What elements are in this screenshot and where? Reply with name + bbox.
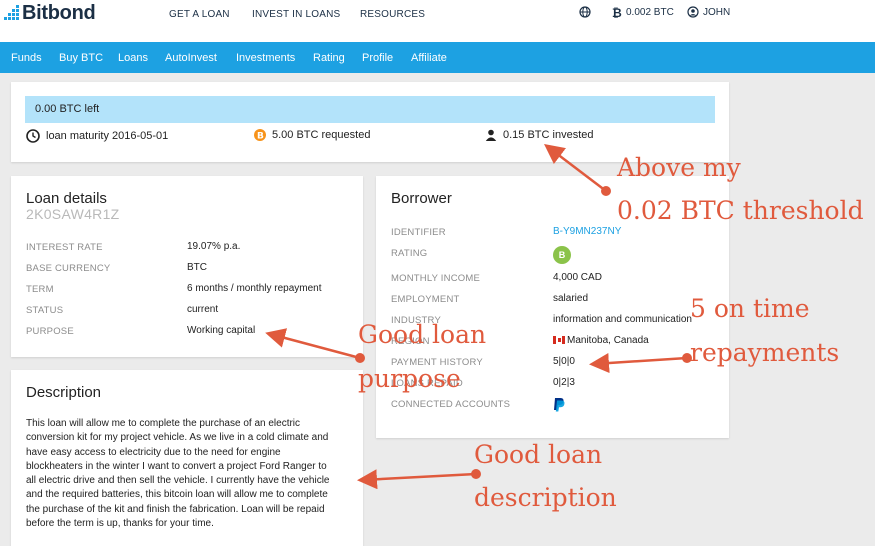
annotation-threshold-line2: 0.02 BTC threshold [617,196,864,225]
borrower-title: Borrower [391,190,452,207]
annotation-description-line1: Good loan [474,440,603,469]
purpose-label: PURPOSE [26,326,74,337]
user-menu[interactable]: JOHN [687,6,730,18]
nav-funds[interactable]: Funds [11,52,42,64]
globe-icon [579,6,591,18]
nav-buy-btc[interactable]: Buy BTC [59,52,103,64]
status-label: STATUS [26,305,64,316]
loans-repaid-value: 0|2|3 [553,377,575,388]
nav-invest-in-loans[interactable]: INVEST IN LOANS [252,9,340,20]
funding-progress-bar: 0.00 BTC left [25,96,715,123]
purpose-value: Working capital [187,325,256,336]
employment-label: EMPLOYMENT [391,294,460,305]
person-icon [485,129,497,141]
bitcoin-icon: ₿ [612,6,622,18]
monthly-income-value: 4,000 CAD [553,272,602,283]
loan-details-title: Loan details [26,190,107,207]
interest-rate-value: 19.07% p.a. [187,241,241,252]
employment-value: salaried [553,293,589,304]
status-value: current [187,304,219,315]
balance-value: 0.002 BTC [626,6,674,18]
annotation-description-line2: description [474,483,617,512]
interest-rate-label: INTEREST RATE [26,242,103,253]
annotation-repayments-line2: repayments [690,338,840,367]
nav-resources[interactable]: RESOURCES [360,9,425,20]
annotation-threshold-line1: Above my [617,153,741,182]
annotation-purpose-line1: Good loan [358,320,487,349]
industry-value: information and communication [553,314,692,325]
nav-get-a-loan[interactable]: GET A LOAN [169,9,230,20]
btc-requested: B 5.00 BTC requested [254,129,370,141]
nav-rating[interactable]: Rating [313,52,345,64]
bitbond-logo[interactable]: Bitbond [4,1,96,24]
connected-accounts-label: CONNECTED ACCOUNTS [391,399,511,410]
funding-card: 0.00 BTC left loan maturity 2016-05-01 B… [11,82,729,162]
brand-name: Bitbond [22,1,96,24]
description-text: This loan will allow me to complete the … [26,418,330,530]
annotation-repayments-line1: 5 on time [690,294,810,323]
description-arrow [357,469,477,490]
user-name: JOHN [703,6,731,18]
svg-text:₿: ₿ [612,6,622,18]
description-card: Description This loan will allow me to c… [11,370,363,546]
rating-label: RATING [391,248,428,259]
nav-autoinvest[interactable]: AutoInvest [165,52,217,64]
top-header: Bitbond GET A LOAN INVEST IN LOANS RESOU… [0,0,875,42]
identifier-label: IDENTIFIER [391,227,446,238]
bitcoin-coin-icon: B [254,129,266,141]
nav-affiliate[interactable]: Affiliate [411,52,447,64]
logo-mark-icon [4,5,20,21]
canada-flag-icon [553,336,565,344]
base-currency-value: BTC [187,262,207,273]
region-value: Manitoba, Canada [553,335,649,346]
user-icon [687,6,699,18]
borrower-identifier-link[interactable]: B-Y9MN237NY [553,226,621,237]
base-currency-label: BASE CURRENCY [26,263,111,274]
monthly-income-label: MONTHLY INCOME [391,273,481,284]
balance-indicator[interactable]: ₿ 0.002 BTC [612,6,674,18]
language-selector[interactable] [579,6,595,18]
paypal-icon[interactable] [553,397,565,412]
payment-history-value: 5|0|0 [553,356,575,367]
main-nav: Funds Buy BTC Loans AutoInvest Investmen… [0,42,875,73]
description-title: Description [26,384,102,401]
annotation-purpose-line2: purpose [358,364,461,393]
nav-investments[interactable]: Investments [236,52,295,64]
loan-details-card: Loan details 2K0SAW4R1Z INTEREST RATE 19… [11,176,363,357]
clock-icon [26,129,40,143]
nav-loans[interactable]: Loans [118,52,148,64]
nav-profile[interactable]: Profile [362,52,393,64]
loan-id: 2K0SAW4R1Z [26,206,120,222]
rating-badge: B [553,246,571,264]
svg-text:B: B [257,132,264,142]
term-label: TERM [26,284,54,295]
loan-maturity: loan maturity 2016-05-01 [26,129,168,143]
btc-invested: 0.15 BTC invested [485,129,594,141]
term-value: 6 months / monthly repayment [187,283,322,294]
